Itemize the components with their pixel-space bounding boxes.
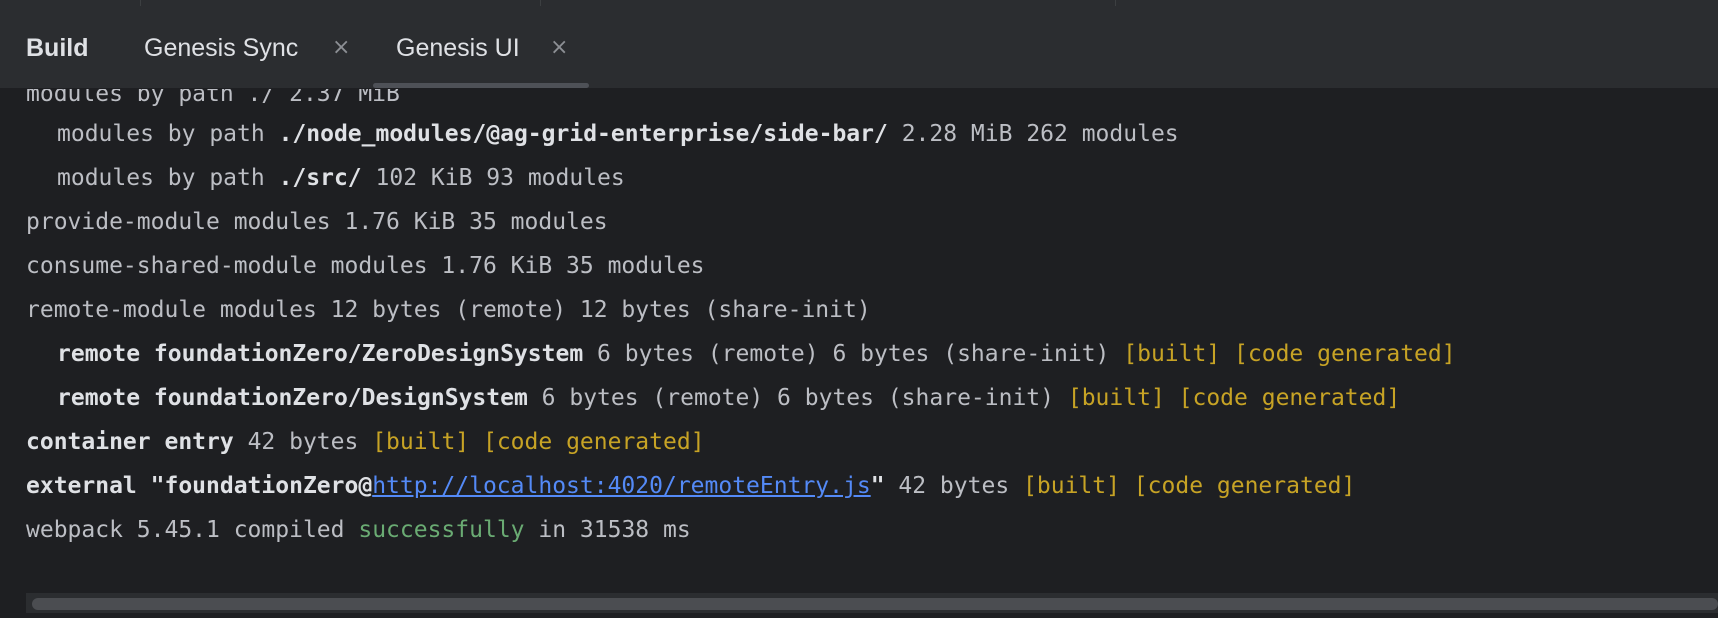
console-text: consume-shared-module modules 1.76 KiB 3… (26, 253, 705, 279)
console-line: container entry 42 bytes [built] [code g… (26, 426, 705, 458)
console-line: consume-shared-module modules 1.76 KiB 3… (26, 250, 705, 282)
horizontal-scrollbar-thumb[interactable] (32, 598, 1718, 610)
console-text: 6 bytes (remote) 6 bytes (share-init) (527, 385, 1068, 411)
remote-entry-link[interactable]: http://localhost:4020/remoteEntry.js (372, 473, 871, 499)
console-line: remote-module modules 12 bytes (remote) … (26, 294, 871, 326)
console-text: remote foundationZero/ZeroDesignSystem (57, 341, 584, 367)
console-text: ./node_modules/@ag-grid-enterprise/side-… (278, 121, 888, 147)
console-text: modules by path (57, 165, 279, 191)
console-line: provide-module modules 1.76 KiB 35 modul… (26, 206, 608, 238)
console-line: modules by path ./src/ 102 KiB 93 module… (57, 162, 625, 194)
active-tab-indicator (373, 83, 589, 88)
console-text: [built] [code generated] (1023, 473, 1356, 499)
tab-build[interactable]: Build (26, 33, 89, 63)
console-text: 42 bytes (884, 473, 1024, 499)
tab-genesis-ui[interactable]: Genesis UI (396, 33, 520, 63)
console-text: [built] [code generated] (372, 429, 705, 455)
console-text: remote-module modules 12 bytes (remote) … (26, 297, 871, 323)
console-text: 6 bytes (remote) 6 bytes (share-init) (583, 341, 1124, 367)
console-text: modules by path (57, 121, 279, 147)
console-line: remote foundationZero/ZeroDesignSystem 6… (57, 338, 1456, 370)
console-text: webpack 5.45.1 compiled (26, 517, 359, 543)
console-line: remote foundationZero/DesignSystem 6 byt… (57, 382, 1400, 414)
console-line: webpack 5.45.1 compiled successfully in … (26, 514, 691, 546)
console-text: 2.28 MiB 262 modules (887, 121, 1179, 147)
console-text: 102 KiB 93 modules (361, 165, 625, 191)
console-text: successfully (358, 517, 525, 543)
console-text: ./src/ (278, 165, 362, 191)
tab-genesis-sync[interactable]: Genesis Sync (144, 33, 298, 63)
console-text: [built] [code generated] (1123, 341, 1456, 367)
close-icon[interactable]: × (332, 33, 350, 63)
tool-window-tab-bar: Build Genesis Sync × Genesis UI × (0, 6, 1718, 89)
console-text: [built] [code generated] (1067, 385, 1401, 411)
console-text: remote foundationZero/DesignSystem (57, 385, 528, 411)
console-line: modules by path ./node_modules/@ag-grid-… (57, 118, 1179, 150)
console-text: 42 bytes (233, 429, 373, 455)
console-line: external "foundationZero@http://localhos… (26, 470, 1355, 502)
console-text: in 31538 ms (524, 517, 691, 543)
console-text: container entry (26, 429, 234, 455)
console-line: modules by path ./ 2.37 MiB (26, 89, 400, 110)
console-text: " (870, 473, 885, 499)
close-icon[interactable]: × (550, 33, 568, 63)
console-text: provide-module modules 1.76 KiB 35 modul… (26, 209, 608, 235)
console-text: modules by path ./ 2.37 MiB (26, 89, 400, 107)
console-text: external "foundationZero@ (26, 473, 373, 499)
console-output[interactable]: modules by path ./ 2.37 MiB modules by pa… (0, 89, 1718, 589)
